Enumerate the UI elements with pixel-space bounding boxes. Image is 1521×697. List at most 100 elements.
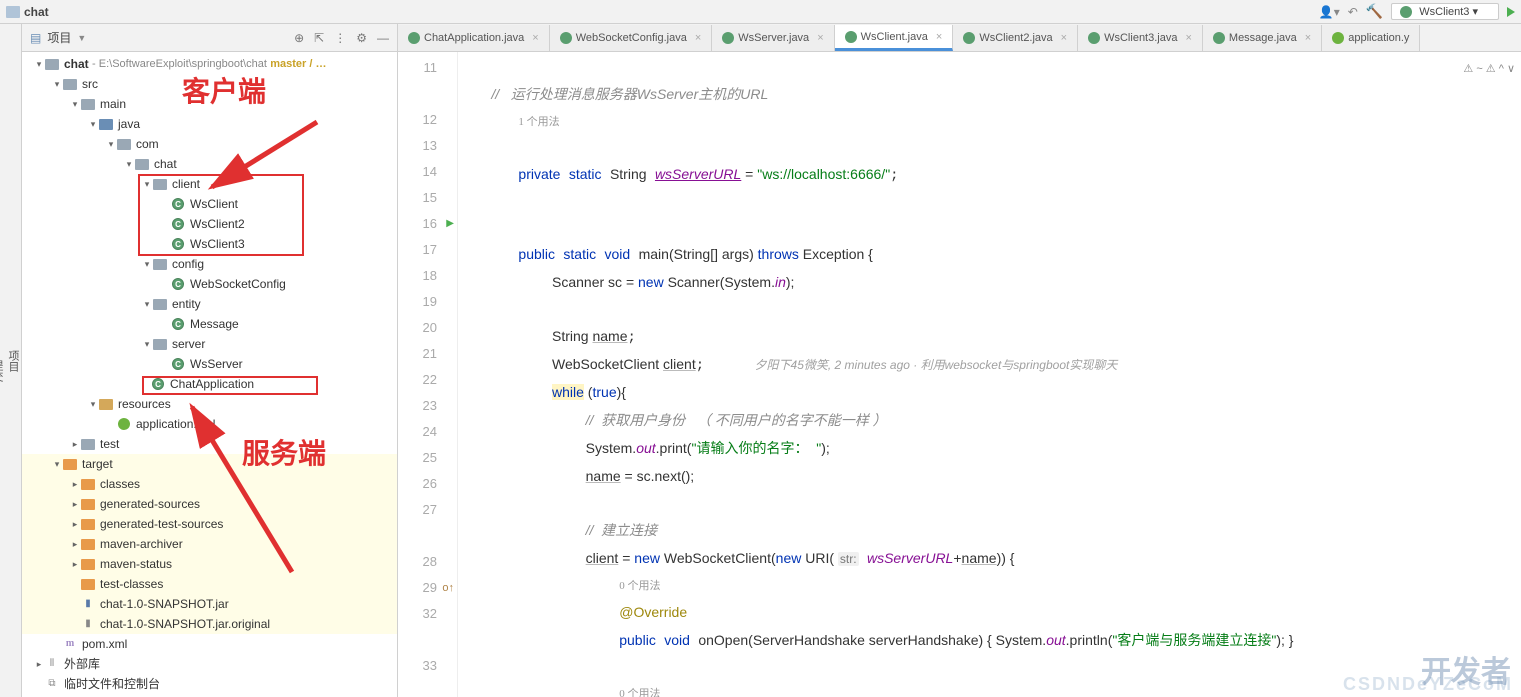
tree-row[interactable]: ▾client — [22, 174, 397, 194]
tree-row[interactable]: ▾main — [22, 94, 397, 114]
override-gutter-icon[interactable]: o↑ — [442, 575, 454, 601]
code-area[interactable]: 11 1213141516▶1718192021222324252627 282… — [398, 52, 1521, 697]
tree-label: ChatApplication — [170, 374, 254, 394]
breadcrumb[interactable]: chat — [6, 5, 49, 19]
close-icon[interactable]: × — [817, 32, 823, 44]
tree-label: WsClient2 — [190, 214, 245, 234]
tab-label: WsClient.java — [861, 31, 928, 43]
code-token: .println( — [1066, 632, 1113, 648]
run-gutter-icon[interactable]: ▶ — [446, 211, 454, 237]
code-token: WebSocketClient( — [660, 550, 776, 566]
close-icon[interactable]: × — [1185, 32, 1191, 44]
tree-row[interactable]: application.yml — [22, 414, 397, 434]
build-icon[interactable]: 🔨 — [1366, 3, 1383, 20]
tree-row[interactable]: ▸classes — [22, 474, 397, 494]
commit-tool-button[interactable]: 提交 — [0, 44, 5, 697]
tree-root[interactable]: ▾ chat - E:\SoftwareExploit\springboot\c… — [22, 54, 397, 74]
tree-row[interactable]: ▾entity — [22, 294, 397, 314]
tree-row[interactable]: ▸maven-archiver — [22, 534, 397, 554]
run-config-select[interactable]: WsClient3 ▾ — [1391, 3, 1499, 20]
code-token: @Override — [619, 604, 687, 620]
tree-row[interactable]: ▸generated-test-sources — [22, 514, 397, 534]
project-tool-button[interactable]: 项目 — [5, 44, 21, 677]
inspection-widget[interactable]: ⚠ ~ ⚠ ^ ∨ — [1463, 56, 1515, 82]
close-icon[interactable]: × — [936, 31, 942, 43]
tree-row[interactable]: ▾chat — [22, 154, 397, 174]
tree-row[interactable]: ▾resources — [22, 394, 397, 414]
param-hint: str: — [838, 552, 859, 566]
tab-message[interactable]: Message.java× — [1203, 25, 1322, 51]
class-icon — [1213, 32, 1225, 44]
tree-row[interactable]: ▸test — [22, 434, 397, 454]
code-token: public — [518, 246, 555, 262]
code-text[interactable]: // 运行处理消息服务器WsServer主机的URL 1 个用法 private… — [458, 52, 1521, 697]
tree-row[interactable]: mpom.xml — [22, 634, 397, 654]
class-icon — [1400, 6, 1412, 18]
close-icon[interactable]: × — [1305, 32, 1311, 44]
code-token: void — [605, 246, 631, 262]
user-icon[interactable]: 👤▾ — [1319, 5, 1340, 19]
code-token: String — [552, 328, 592, 344]
code-token: // 建立连接 — [586, 522, 658, 538]
code-token: "请输入你的名字： " — [691, 440, 821, 456]
code-token: client — [663, 356, 696, 372]
tree-row[interactable]: ▾java — [22, 114, 397, 134]
code-token: name — [962, 550, 997, 566]
hide-icon[interactable]: — — [377, 31, 389, 45]
watermark-csdn: CSDNDeYZeCoM — [1343, 674, 1513, 695]
tree-row[interactable]: ▾target — [22, 454, 397, 474]
chevron-down-icon[interactable]: ▼ — [77, 33, 86, 43]
tab-label: WebSocketConfig.java — [576, 32, 687, 44]
code-token: in — [775, 274, 786, 290]
tree-row[interactable]: CMessage — [22, 314, 397, 334]
gear-icon[interactable]: ⚙ — [356, 31, 367, 45]
close-icon[interactable]: × — [1061, 32, 1067, 44]
tab-chatapplication[interactable]: ChatApplication.java× — [398, 25, 550, 51]
code-token: static — [569, 166, 602, 182]
tab-wsclient2[interactable]: WsClient2.java× — [953, 25, 1078, 51]
tab-label: WsClient3.java — [1104, 32, 1177, 44]
code-token: Exception { — [799, 246, 873, 262]
close-icon[interactable]: × — [532, 32, 538, 44]
tab-wsserver[interactable]: WsServer.java× — [712, 25, 834, 51]
tree-row[interactable]: CWebSocketConfig — [22, 274, 397, 294]
run-icon[interactable] — [1507, 7, 1515, 17]
tree-row[interactable]: test-classes — [22, 574, 397, 594]
tree-row[interactable]: CWsClient — [22, 194, 397, 214]
locate-icon[interactable]: ⊕ — [294, 31, 304, 45]
tree-row[interactable]: ⧉临时文件和控制台 — [22, 674, 397, 694]
close-icon[interactable]: × — [695, 32, 701, 44]
panel-title[interactable]: 项目 — [47, 29, 71, 46]
back-icon[interactable]: ↶ — [1348, 5, 1358, 19]
tree-row[interactable]: ▸generated-sources — [22, 494, 397, 514]
code-token: name — [592, 328, 627, 344]
tree-row[interactable]: ▾config — [22, 254, 397, 274]
tree-row[interactable]: ▮chat-1.0-SNAPSHOT.jar — [22, 594, 397, 614]
tree-row[interactable]: ▾server — [22, 334, 397, 354]
tree-label: WebSocketConfig — [190, 274, 286, 294]
tab-websocketconfig[interactable]: WebSocketConfig.java × — [550, 25, 713, 51]
code-token: new — [776, 550, 802, 566]
code-token: URI( — [801, 550, 838, 566]
tree-row[interactable]: ▸⫴外部库 — [22, 654, 397, 674]
tab-wsclient3[interactable]: WsClient3.java × — [1078, 25, 1203, 51]
tree-row[interactable]: CWsClient2 — [22, 214, 397, 234]
tree-label: test-classes — [100, 574, 163, 594]
tree-row[interactable]: CWsServer — [22, 354, 397, 374]
tab-applicationyml[interactable]: application.y — [1322, 25, 1420, 51]
tab-wsclient[interactable]: WsClient.java × — [835, 25, 954, 51]
tree-row[interactable]: CWsClient3 — [22, 234, 397, 254]
tree-row[interactable]: ▾com — [22, 134, 397, 154]
project-tree[interactable]: ▾ chat - E:\SoftwareExploit\springboot\c… — [22, 52, 397, 697]
tree-label: client — [172, 174, 200, 194]
code-token: new — [634, 550, 660, 566]
tree-row[interactable]: ▾src — [22, 74, 397, 94]
collapse-icon[interactable]: ⋮ — [334, 31, 346, 45]
tree-row[interactable]: ▸maven-status — [22, 554, 397, 574]
tree-label: generated-sources — [100, 494, 200, 514]
tree-row[interactable]: CChatApplication — [22, 374, 397, 394]
tool-window-rail: 项目 提交 — [0, 24, 22, 697]
tree-row[interactable]: ▮chat-1.0-SNAPSHOT.jar.original — [22, 614, 397, 634]
expand-icon[interactable]: ⇱ — [314, 31, 324, 45]
tree-label: test — [100, 434, 119, 454]
